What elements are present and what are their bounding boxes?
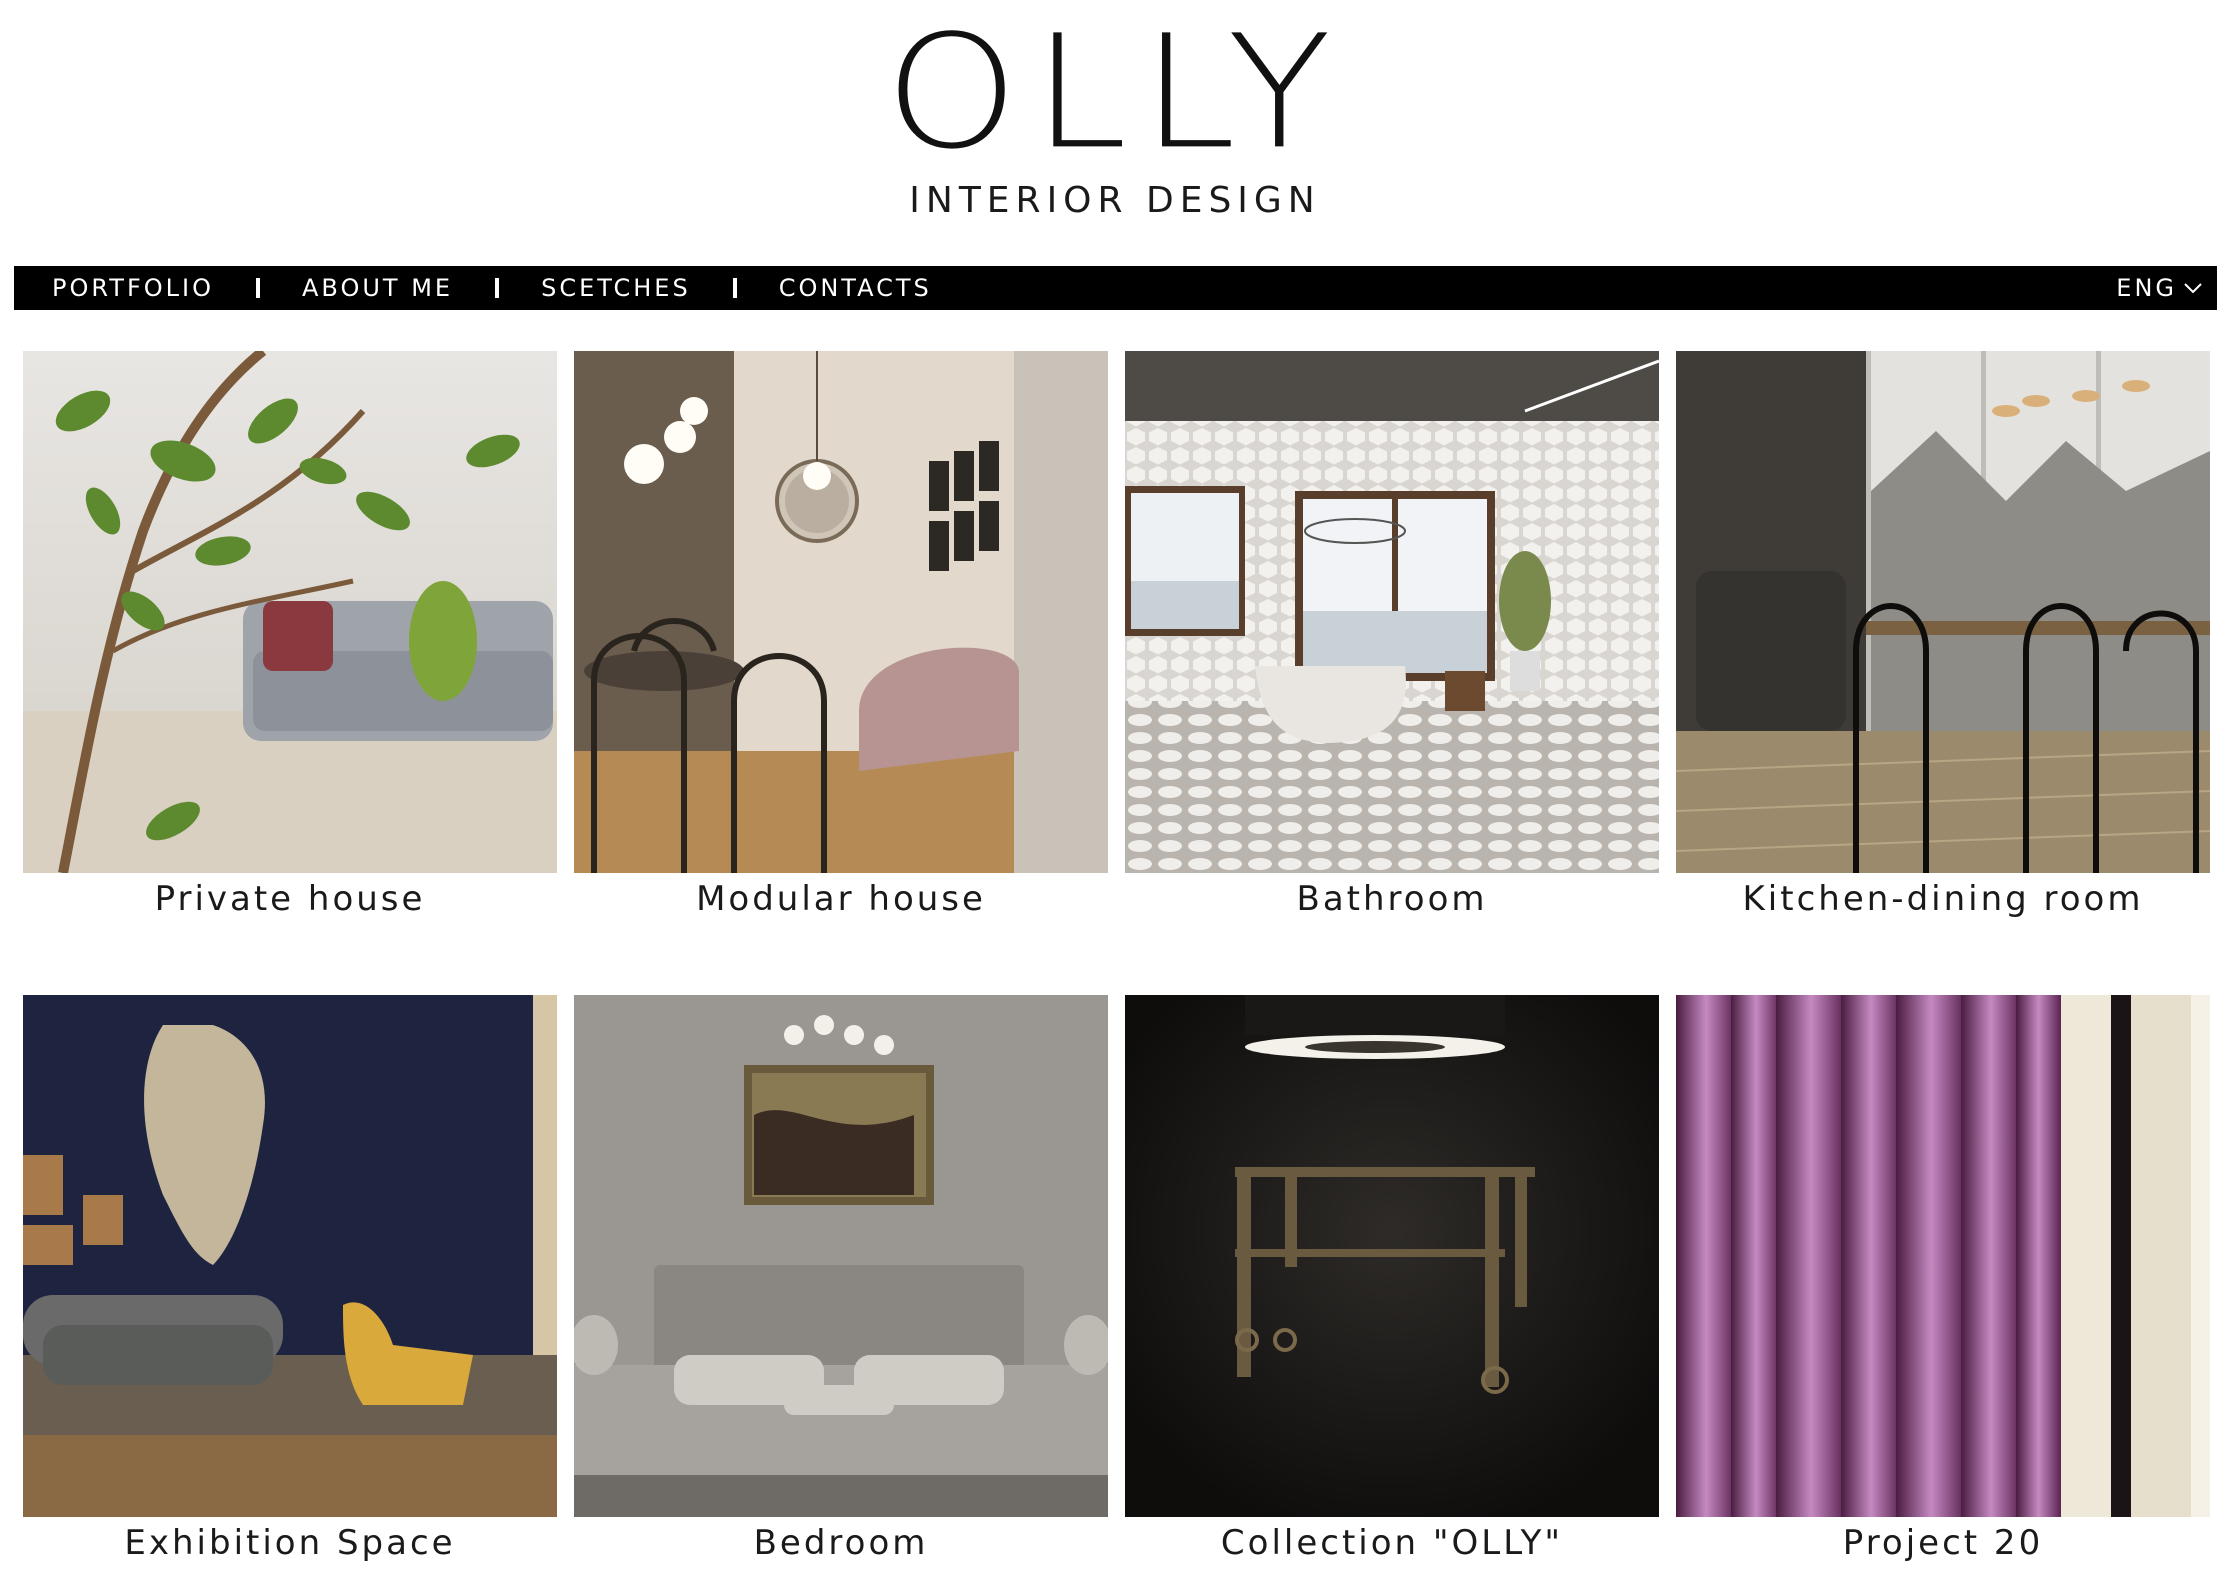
kitchen-dining-photo	[1676, 351, 2210, 873]
nav-item-portfolio[interactable]: PORTFOLIO	[52, 274, 214, 302]
project-image-exhibition-space[interactable]	[23, 995, 557, 1517]
modular-house-photo	[574, 351, 1108, 873]
project-card[interactable]: Bathroom	[1125, 351, 1659, 919]
project-image-project-20[interactable]	[1676, 995, 2210, 1517]
language-selector[interactable]: ENG	[2116, 274, 2203, 302]
project-card[interactable]: Kitchen-dining room	[1676, 351, 2210, 919]
project-image-bathroom[interactable]	[1125, 351, 1659, 873]
private-house-photo	[23, 351, 557, 873]
nav-menu: PORTFOLIO ABOUT ME SCETCHES CONTACTS	[14, 274, 932, 302]
collection-olly-photo	[1125, 995, 1659, 1517]
nav-item-about-me[interactable]: ABOUT ME	[302, 274, 453, 302]
nav-item-sketches[interactable]: SCETCHES	[541, 274, 691, 302]
project-card[interactable]: Collection "OLLY"	[1125, 995, 1659, 1563]
project-title[interactable]: Bedroom	[574, 1523, 1108, 1563]
project-title[interactable]: Collection "OLLY"	[1125, 1523, 1659, 1563]
project-title[interactable]: Exhibition Space	[23, 1523, 557, 1563]
language-label: ENG	[2116, 274, 2177, 302]
logo-tagline: INTERIOR DESIGN	[909, 180, 1321, 221]
chevron-down-icon	[2184, 283, 2202, 294]
nav-item-contacts[interactable]: CONTACTS	[779, 274, 932, 302]
main-navigation: PORTFOLIO ABOUT ME SCETCHES CONTACTS ENG	[14, 266, 2217, 310]
project-card[interactable]: Exhibition Space	[23, 995, 557, 1563]
project-image-kitchen-dining-room[interactable]	[1676, 351, 2210, 873]
exhibition-space-photo	[23, 995, 557, 1517]
project-image-private-house[interactable]	[23, 351, 557, 873]
project-image-collection-olly[interactable]	[1125, 995, 1659, 1517]
project-card[interactable]: Bedroom	[574, 995, 1108, 1563]
project-card[interactable]: Project 20	[1676, 995, 2210, 1563]
bedroom-photo	[574, 995, 1108, 1517]
project-title[interactable]: Modular house	[574, 879, 1108, 919]
project-title[interactable]: Kitchen-dining room	[1676, 879, 2210, 919]
project-card[interactable]: Private house	[23, 351, 557, 919]
nav-divider	[256, 278, 260, 298]
project-title[interactable]: Bathroom	[1125, 879, 1659, 919]
project-title[interactable]: Private house	[23, 879, 557, 919]
project-image-modular-house[interactable]	[574, 351, 1108, 873]
project-image-bedroom[interactable]	[574, 995, 1108, 1517]
project-title[interactable]: Project 20	[1676, 1523, 2210, 1563]
nav-divider	[732, 278, 737, 298]
site-logo[interactable]: OLLY INTERIOR DESIGN	[0, 1, 2230, 221]
nav-divider	[495, 278, 500, 298]
logo-wordmark: OLLY	[884, 1, 1346, 185]
project-20-photo	[1676, 995, 2210, 1517]
page: OLLY INTERIOR DESIGN PORTFOLIO ABOUT ME …	[0, 0, 2230, 1572]
project-card[interactable]: Modular house	[574, 351, 1108, 919]
bathroom-photo	[1125, 351, 1659, 873]
